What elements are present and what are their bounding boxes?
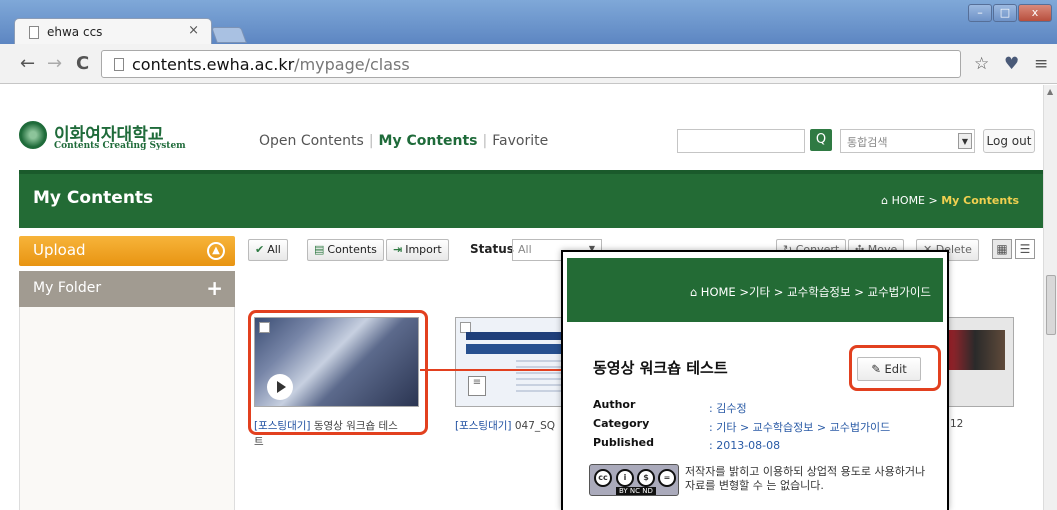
item-caption[interactable]: [포스팅대기] 047_SQ	[455, 418, 555, 433]
status-value: All	[518, 243, 532, 256]
nav-favorite[interactable]: Favorite	[492, 133, 548, 149]
content-detail-panel: ⌂ HOME >기타 > 교수학습정보 > 교수법가이드 동영상 워크숍 테스트…	[561, 250, 949, 510]
address-bar[interactable]: contents.ewha.ac.kr/mypage/class	[101, 50, 961, 78]
my-folder-label: My Folder	[33, 280, 102, 296]
page-icon	[29, 26, 39, 39]
category-value[interactable]: : 기타 > 교수학습정보 > 교수법가이드	[709, 419, 890, 435]
contents-label: Contents	[327, 243, 377, 256]
photo-thumbnail[interactable]	[944, 317, 1014, 407]
check-icon: ✔	[255, 243, 265, 256]
panel-banner: ⌂ HOME >기타 > 교수학습정보 > 교수법가이드	[567, 258, 943, 322]
reload-icon[interactable]: C	[76, 53, 89, 74]
cc-license-tags: BY NC ND	[616, 487, 656, 495]
nav-my-contents[interactable]: My Contents	[379, 133, 478, 149]
nav-open-contents[interactable]: Open Contents	[259, 133, 364, 149]
item-title: 047_SQ	[514, 420, 556, 432]
pocket-icon[interactable]: ♥	[1004, 54, 1019, 74]
select-all-button[interactable]: ✔ All	[248, 239, 288, 261]
browser-tab[interactable]: ehwa ccs ×	[14, 18, 212, 45]
page-icon	[114, 58, 124, 71]
logo-english: Contents Creating System	[54, 141, 186, 151]
search-scope-select[interactable]: 통합검색 ▼	[840, 129, 975, 153]
logout-button[interactable]: Log out	[983, 129, 1035, 153]
document-icon: ≡	[468, 376, 486, 396]
item-caption-wrap[interactable]: 트	[254, 434, 264, 449]
status-tag: [포스팅대기]	[455, 420, 512, 432]
new-tab-button[interactable]	[211, 27, 247, 43]
my-folder-header[interactable]: My Folder +	[19, 271, 235, 307]
upload-label: Upload	[33, 241, 86, 259]
folder-tree	[19, 307, 235, 510]
vertical-scrollbar[interactable]: ▲	[1043, 85, 1057, 510]
breadcrumb-path: >기타 > 교수학습정보 > 교수법가이드	[739, 285, 931, 299]
published-label: Published	[593, 436, 655, 449]
url-text[interactable]: contents.ewha.ac.kr/mypage/class	[132, 55, 410, 74]
scroll-up-icon[interactable]: ▲	[1047, 87, 1053, 96]
upload-icon: ▲	[207, 242, 225, 260]
content-title: 동영상 워크숍 테스트	[593, 359, 728, 377]
menu-icon[interactable]: ≡	[1034, 54, 1048, 74]
maximize-button[interactable]: □	[993, 4, 1017, 22]
import-label: Import	[405, 243, 442, 256]
browser-toolbar: ← → C contents.ewha.ac.kr/mypage/class ☆…	[0, 44, 1057, 84]
star-icon[interactable]: ☆	[974, 54, 989, 74]
top-nav: Open Contents | My Contents | Favorite	[259, 133, 548, 149]
category-label: Category	[593, 417, 650, 430]
ewha-logo-emblem[interactable]	[19, 121, 47, 149]
tab-title: ehwa ccs	[47, 25, 103, 39]
search-scope-value: 통합검색	[847, 136, 888, 149]
creative-commons-badge[interactable]: cc i $ = BY NC ND	[589, 464, 679, 496]
author-value: : 김수정	[709, 402, 747, 415]
breadcrumb-home[interactable]: HOME	[701, 285, 736, 299]
nav-separator: |	[482, 133, 488, 149]
browser-titlebar: ehwa ccs × – □ x	[0, 0, 1057, 45]
grid-view-icon[interactable]: ▦	[992, 239, 1012, 259]
nc-icon: $	[637, 469, 655, 487]
published-value: : 2013-08-08	[709, 439, 781, 452]
home-icon[interactable]: ⌂	[881, 194, 891, 207]
contents-button[interactable]: ▤ Contents	[307, 239, 384, 261]
cc-icon: cc	[594, 469, 612, 487]
nd-icon: =	[658, 469, 676, 487]
by-icon: i	[616, 469, 634, 487]
photo-preview	[945, 330, 1005, 370]
breadcrumb-home[interactable]: HOME	[892, 194, 925, 207]
import-icon: ⇥	[393, 243, 403, 256]
home-icon[interactable]: ⌂	[690, 285, 701, 299]
add-folder-icon[interactable]: +	[206, 276, 223, 300]
search-input[interactable]	[677, 129, 805, 153]
list-view-icon[interactable]: ☰	[1015, 239, 1035, 259]
import-button[interactable]: ⇥ Import	[386, 239, 449, 261]
panel-breadcrumb: ⌂ HOME >기타 > 교수학습정보 > 교수법가이드	[690, 284, 931, 300]
select-all-label: All	[267, 243, 281, 256]
back-icon[interactable]: ←	[20, 53, 35, 74]
status-label: Status	[470, 242, 514, 256]
license-text: 저작자를 밝히고 이용하되 상업적 용도로 사용하거나 자료를 변형할 수 는 …	[685, 465, 926, 492]
breadcrumb: ⌂ HOME > My Contents	[881, 194, 1019, 207]
chevron-down-icon[interactable]: ▼	[958, 133, 972, 149]
nav-separator: |	[368, 133, 374, 149]
author-label: Author	[593, 398, 636, 411]
highlight-edit-button	[849, 345, 941, 391]
item-caption[interactable]: 12	[950, 418, 963, 430]
minimize-button[interactable]: –	[968, 4, 992, 22]
breadcrumb-current: My Contents	[941, 194, 1019, 207]
contents-icon: ▤	[314, 243, 325, 256]
scroll-thumb[interactable]	[1046, 275, 1056, 335]
page-title: My Contents	[33, 188, 154, 208]
upload-button[interactable]: Upload ▲	[19, 236, 235, 266]
window-close-button[interactable]: x	[1018, 4, 1052, 22]
tab-close-icon[interactable]: ×	[188, 23, 199, 38]
highlight-video-item	[248, 310, 428, 435]
page-banner: My Contents ⌂ HOME > My Contents	[19, 170, 1043, 228]
search-button[interactable]: Q	[810, 129, 832, 151]
forward-icon[interactable]: →	[47, 53, 62, 74]
